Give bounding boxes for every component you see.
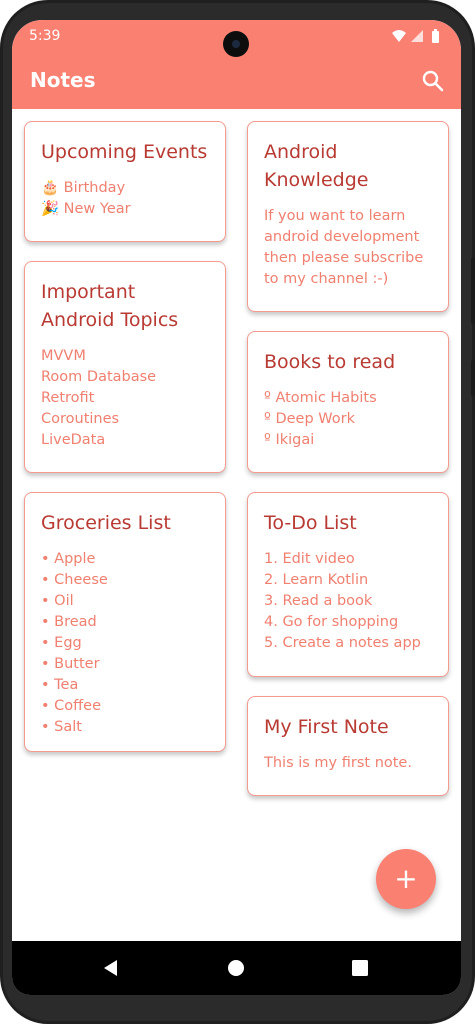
- note-card[interactable]: Groceries List • Apple • Cheese • Oil • …: [24, 492, 226, 752]
- note-line: then please subscribe: [264, 250, 424, 266]
- power-button: [471, 360, 475, 396]
- note-title: Android Knowledge: [264, 141, 369, 191]
- note-line: 🎉 New Year: [41, 201, 131, 217]
- navigation-bar: [12, 941, 461, 995]
- note-body: If you want to learn android development…: [264, 206, 432, 290]
- note-line: to my channel :-): [264, 271, 389, 287]
- note-line: º Ikigai: [264, 432, 315, 448]
- note-line: android development: [264, 229, 420, 245]
- status-time: 5:39: [29, 28, 61, 44]
- battery-icon: [432, 31, 439, 43]
- wifi-icon: [392, 30, 406, 42]
- note-line: • Egg: [41, 635, 82, 651]
- note-card[interactable]: Important Android Topics MVVM Room Datab…: [24, 261, 226, 473]
- note-line: 2. Learn Kotlin: [264, 572, 369, 588]
- note-body: MVVM Room Database Retrofit Coroutines L…: [41, 346, 209, 451]
- note-line: • Bread: [41, 614, 97, 630]
- note-title: Important Android Topics: [41, 281, 179, 331]
- note-card[interactable]: Android Knowledge If you want to learn a…: [247, 121, 449, 312]
- note-body: 🎂 Birthday 🎉 New Year: [41, 178, 209, 220]
- note-line: 4. Go for shopping: [264, 614, 399, 630]
- note-body: 1. Edit video 2. Learn Kotlin 3. Read a …: [264, 549, 432, 654]
- status-bar: 5:39: [12, 20, 461, 57]
- note-card[interactable]: Books to read º Atomic Habits º Deep Wor…: [247, 331, 449, 473]
- note-line: 🎂 Birthday: [41, 180, 126, 196]
- note-title: To-Do List: [264, 512, 357, 534]
- back-icon[interactable]: [98, 955, 124, 981]
- note-body: This is my first note.: [264, 753, 432, 774]
- note-title: Groceries List: [41, 512, 171, 534]
- note-title: Upcoming Events: [41, 141, 208, 163]
- volume-button: [471, 258, 475, 324]
- note-line: º Deep Work: [264, 411, 355, 427]
- front-camera: [223, 31, 249, 57]
- note-line: Room Database: [41, 369, 157, 385]
- status-icons: [392, 29, 439, 43]
- note-line: • Oil: [41, 593, 74, 609]
- search-icon: [422, 70, 444, 92]
- note-line: 1. Edit video: [264, 551, 355, 567]
- note-body: º Atomic Habits º Deep Work º Ikigai: [264, 388, 432, 451]
- note-line: If you want to learn: [264, 208, 406, 224]
- note-line: 5. Create a notes app: [264, 635, 421, 651]
- note-line: 3. Read a book: [264, 593, 373, 609]
- note-line: MVVM: [41, 348, 86, 364]
- app-title: Notes: [30, 68, 96, 92]
- note-card[interactable]: Upcoming Events 🎂 Birthday 🎉 New Year: [24, 121, 226, 242]
- note-line: LiveData: [41, 432, 106, 448]
- note-card[interactable]: My First Note This is my first note.: [247, 696, 449, 796]
- note-line: • Butter: [41, 656, 100, 672]
- note-card[interactable]: To-Do List 1. Edit video 2. Learn Kotlin…: [247, 492, 449, 677]
- note-line: Retrofit: [41, 390, 95, 406]
- screen: 5:39 Notes Upcoming Events 🎂 Birthday 🎉 …: [12, 20, 461, 995]
- notes-grid: Upcoming Events 🎂 Birthday 🎉 New Year An…: [12, 109, 461, 941]
- note-line: º Atomic Habits: [264, 390, 377, 406]
- search-button[interactable]: [420, 68, 446, 94]
- app-bar: 5:39 Notes: [12, 20, 461, 109]
- note-title: My First Note: [264, 716, 389, 738]
- note-line: • Coffee: [41, 698, 101, 714]
- add-icon: +: [394, 862, 418, 895]
- recents-icon[interactable]: [347, 955, 373, 981]
- note-line: • Tea: [41, 677, 79, 693]
- signal-icon: [411, 30, 423, 42]
- note-line: Coroutines: [41, 411, 120, 427]
- note-line: This is my first note.: [264, 755, 412, 771]
- note-title: Books to read: [264, 351, 396, 373]
- note-line: • Salt: [41, 719, 82, 735]
- note-line: • Apple: [41, 551, 96, 567]
- note-body: • Apple • Cheese • Oil • Bread • Egg • B…: [41, 549, 209, 738]
- add-note-button[interactable]: +: [376, 849, 436, 909]
- home-icon[interactable]: [223, 955, 249, 981]
- note-line: • Cheese: [41, 572, 108, 588]
